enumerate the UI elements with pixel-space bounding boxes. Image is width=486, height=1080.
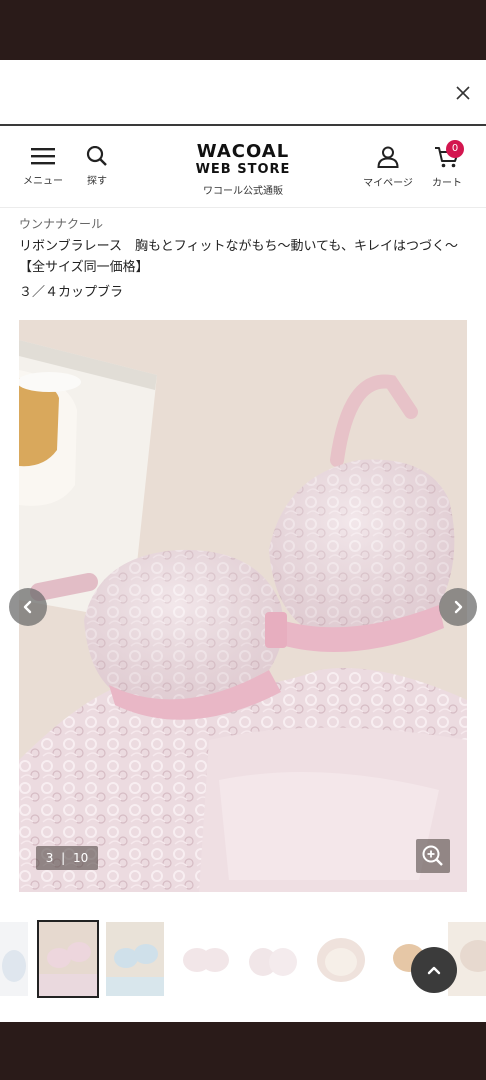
logo-subtitle: ワコール公式通販 bbox=[203, 186, 283, 197]
zoom-in-icon bbox=[422, 845, 443, 866]
image-counter-current: 3 bbox=[45, 851, 54, 865]
product-page: メニュー 探す WACOAL WEB STORE ワコール公式通販 マイページ bbox=[0, 60, 486, 1022]
thumbnail-item[interactable] bbox=[106, 922, 164, 996]
product-photo bbox=[19, 320, 467, 892]
navigation-bar bbox=[0, 1022, 486, 1080]
thumbnail-item-active[interactable] bbox=[37, 920, 99, 998]
thumbnail-image bbox=[106, 922, 164, 996]
logo-line2: WEB STORE bbox=[195, 162, 291, 177]
product-image-gallery[interactable]: 3 | 10 bbox=[19, 320, 467, 892]
image-counter-separator: | bbox=[61, 851, 66, 865]
mypage-button[interactable]: マイページ bbox=[358, 146, 418, 189]
thumbnail-image bbox=[0, 922, 28, 996]
thumbnail-image bbox=[39, 922, 97, 996]
thumbnail-item[interactable] bbox=[0, 922, 28, 996]
thumbnail-item[interactable] bbox=[243, 922, 301, 996]
thumbnail-image bbox=[312, 922, 370, 996]
product-title: リボンブラレース 胸もとフィットながもち〜動いても、キレイはつづく〜【全サイズ同… bbox=[19, 239, 459, 275]
cart-button[interactable]: カート 0 bbox=[424, 140, 470, 189]
modal-close-row bbox=[0, 60, 486, 126]
user-icon bbox=[377, 146, 399, 168]
status-bar bbox=[0, 0, 486, 60]
cart-count-badge: 0 bbox=[446, 140, 464, 158]
cart-label: カート bbox=[432, 178, 462, 189]
search-icon bbox=[86, 146, 107, 166]
zoom-button[interactable] bbox=[416, 839, 450, 873]
product-subtitle: ３／４カップブラ bbox=[19, 285, 124, 300]
thumbnail-image bbox=[243, 922, 301, 996]
logo-line1: WACOAL bbox=[196, 141, 290, 162]
back-to-top-button[interactable] bbox=[411, 947, 457, 993]
product-brand[interactable]: ウンナナクール bbox=[19, 215, 103, 232]
search-label: 探す bbox=[87, 176, 107, 187]
image-counter: 3 | 10 bbox=[36, 846, 98, 870]
site-logo[interactable]: WACOAL WEB STORE ワコール公式通販 bbox=[168, 141, 318, 198]
menu-label: メニュー bbox=[23, 176, 63, 187]
close-icon[interactable] bbox=[454, 84, 472, 102]
thumbnail-item[interactable] bbox=[312, 922, 370, 996]
gallery-next-button[interactable] bbox=[439, 588, 477, 626]
menu-button[interactable]: メニュー bbox=[22, 146, 64, 187]
mypage-label: マイページ bbox=[363, 178, 413, 189]
hamburger-icon bbox=[31, 148, 55, 165]
thumbnail-image bbox=[175, 922, 233, 996]
chevron-right-icon bbox=[454, 600, 463, 614]
image-counter-total: 10 bbox=[73, 851, 89, 865]
gallery-prev-button[interactable] bbox=[9, 588, 47, 626]
search-button[interactable]: 探す bbox=[76, 146, 118, 187]
site-header: メニュー 探す WACOAL WEB STORE ワコール公式通販 マイページ bbox=[0, 128, 486, 208]
chevron-up-icon bbox=[427, 966, 441, 975]
thumbnail-item[interactable] bbox=[175, 922, 233, 996]
chevron-left-icon bbox=[23, 600, 32, 614]
